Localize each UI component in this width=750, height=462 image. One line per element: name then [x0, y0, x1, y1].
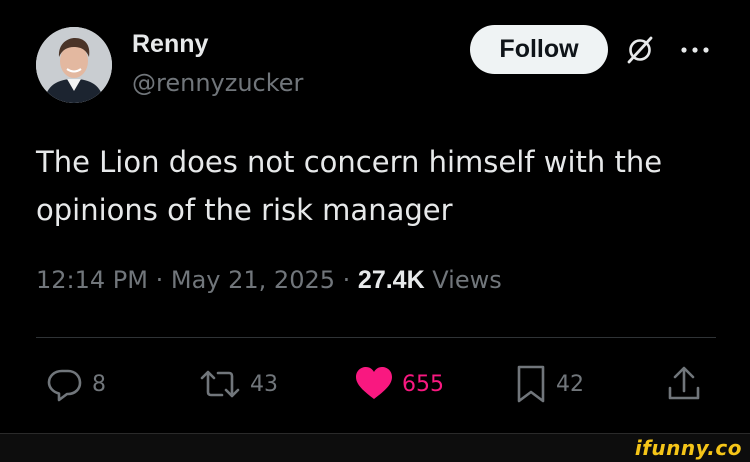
- follow-button[interactable]: Follow: [470, 25, 608, 74]
- repost-button[interactable]: 43: [198, 364, 278, 404]
- repost-count: 43: [250, 371, 278, 397]
- views-count: 27.4K: [357, 266, 425, 294]
- like-button[interactable]: 655: [354, 364, 444, 404]
- views-label: Views: [432, 266, 502, 294]
- author-name[interactable]: Renny: [132, 30, 208, 59]
- tweet-text: The Lion does not concern himself with t…: [36, 145, 663, 227]
- reply-count: 8: [92, 371, 106, 397]
- bookmark-icon: [517, 365, 545, 403]
- repost-icon: [200, 370, 240, 398]
- meta-separator: ·: [342, 266, 358, 294]
- profile-photo-icon: [36, 27, 112, 103]
- grok-icon[interactable]: [624, 34, 656, 66]
- heart-icon: [356, 367, 392, 399]
- tweet-meta: 12:14 PM · May 21, 2025 · 27.4K Views: [36, 266, 502, 295]
- avatar[interactable]: [36, 27, 112, 103]
- author-handle[interactable]: @rennyzucker: [132, 69, 303, 97]
- tweet-date[interactable]: May 21, 2025: [171, 266, 335, 294]
- reply-button[interactable]: 8: [46, 364, 106, 404]
- ifunny-watermark: ifunny.co: [634, 436, 742, 460]
- tweet-time[interactable]: 12:14 PM: [36, 266, 148, 294]
- share-button[interactable]: [666, 364, 702, 404]
- more-horizontal-icon[interactable]: [678, 40, 712, 60]
- like-count: 655: [402, 371, 444, 397]
- reply-icon: [47, 369, 82, 402]
- bookmark-count: 42: [556, 371, 584, 397]
- divider: [36, 337, 716, 338]
- meta-separator: ·: [155, 266, 171, 294]
- share-icon: [668, 366, 700, 400]
- bookmark-button[interactable]: 42: [514, 364, 584, 404]
